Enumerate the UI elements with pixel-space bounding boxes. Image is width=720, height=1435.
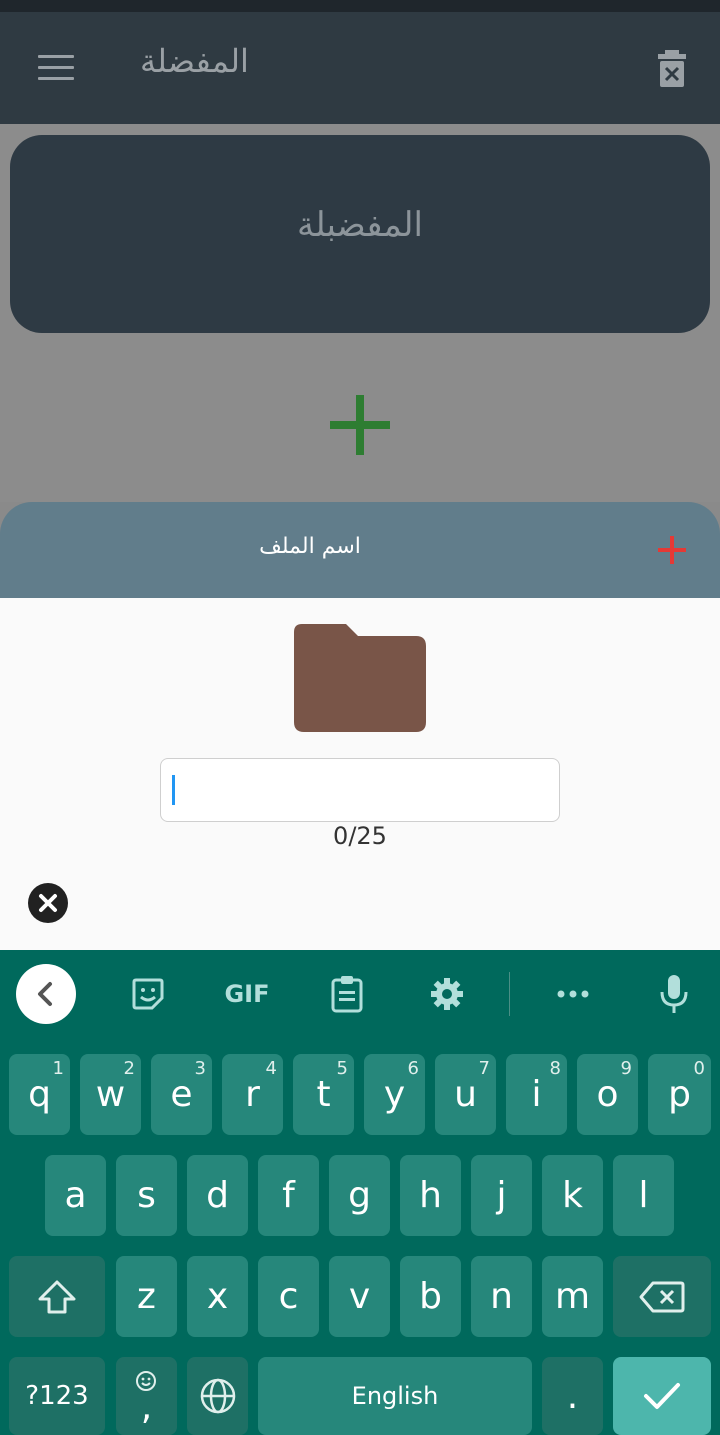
comma-key[interactable]: , bbox=[116, 1357, 177, 1435]
gif-button[interactable]: GIF bbox=[220, 970, 274, 1018]
key-f[interactable]: f bbox=[258, 1155, 319, 1236]
backspace-key[interactable] bbox=[613, 1256, 711, 1337]
key-d[interactable]: d bbox=[187, 1155, 248, 1236]
folder-icon bbox=[292, 622, 428, 734]
language-key[interactable] bbox=[187, 1357, 248, 1435]
key-y[interactable]: y6 bbox=[364, 1054, 425, 1135]
enter-key[interactable] bbox=[613, 1357, 711, 1435]
plus-icon bbox=[330, 395, 390, 455]
key-x[interactable]: x bbox=[187, 1256, 248, 1337]
key-b[interactable]: b bbox=[400, 1256, 461, 1337]
period-key[interactable]: . bbox=[542, 1357, 603, 1435]
dialog-add-button[interactable] bbox=[656, 534, 688, 566]
app-bar: المفضلة bbox=[0, 12, 720, 124]
character-counter: 0/25 bbox=[333, 822, 387, 850]
favorites-card[interactable]: المفضبلة bbox=[10, 135, 710, 333]
gear-icon[interactable] bbox=[428, 970, 466, 1018]
key-l[interactable]: l bbox=[613, 1155, 674, 1236]
clipboard-icon[interactable] bbox=[328, 970, 366, 1018]
key-k[interactable]: k bbox=[542, 1155, 603, 1236]
plus-icon bbox=[658, 536, 686, 564]
dialog-header: اسم الملف bbox=[0, 502, 720, 598]
key-s[interactable]: s bbox=[116, 1155, 177, 1236]
key-p[interactable]: p0 bbox=[648, 1054, 711, 1135]
space-key[interactable]: English bbox=[258, 1357, 532, 1435]
favorites-card-label: المفضبلة bbox=[297, 205, 423, 245]
folder-name-input[interactable] bbox=[160, 758, 560, 822]
shift-key[interactable] bbox=[9, 1256, 105, 1337]
key-v[interactable]: v bbox=[329, 1256, 390, 1337]
key-u[interactable]: u7 bbox=[435, 1054, 496, 1135]
key-g[interactable]: g bbox=[329, 1155, 390, 1236]
key-j[interactable]: j bbox=[471, 1155, 532, 1236]
trash-icon[interactable] bbox=[656, 50, 688, 98]
text-caret bbox=[172, 775, 175, 805]
menu-icon[interactable] bbox=[38, 55, 74, 81]
key-m[interactable]: m bbox=[542, 1256, 603, 1337]
check-icon bbox=[644, 1383, 680, 1409]
key-r[interactable]: r4 bbox=[222, 1054, 283, 1135]
mic-icon[interactable] bbox=[656, 970, 692, 1018]
key-i[interactable]: i8 bbox=[506, 1054, 567, 1135]
chevron-left-icon[interactable] bbox=[16, 964, 76, 1024]
symbols-key[interactable]: ?123 bbox=[9, 1357, 105, 1435]
key-z[interactable]: z bbox=[116, 1256, 177, 1337]
dialog-title: اسم الملف bbox=[259, 534, 361, 559]
key-o[interactable]: o9 bbox=[577, 1054, 638, 1135]
toolbar-divider bbox=[509, 972, 510, 1016]
key-t[interactable]: t5 bbox=[293, 1054, 354, 1135]
page-title: المفضلة bbox=[140, 42, 249, 80]
shift-icon bbox=[38, 1280, 76, 1313]
key-w[interactable]: w2 bbox=[80, 1054, 141, 1135]
key-a[interactable]: a bbox=[45, 1155, 106, 1236]
key-h[interactable]: h bbox=[400, 1155, 461, 1236]
status-bar bbox=[0, 0, 720, 12]
key-q[interactable]: q1 bbox=[9, 1054, 70, 1135]
sticker-icon[interactable] bbox=[128, 970, 168, 1018]
key-n[interactable]: n bbox=[471, 1256, 532, 1337]
key-c[interactable]: c bbox=[258, 1256, 319, 1337]
add-folder-button[interactable] bbox=[330, 395, 390, 455]
key-e[interactable]: e3 bbox=[151, 1054, 212, 1135]
globe-icon bbox=[200, 1378, 235, 1414]
close-icon[interactable] bbox=[28, 883, 68, 923]
more-icon[interactable] bbox=[554, 970, 592, 1018]
backspace-icon bbox=[639, 1281, 685, 1312]
